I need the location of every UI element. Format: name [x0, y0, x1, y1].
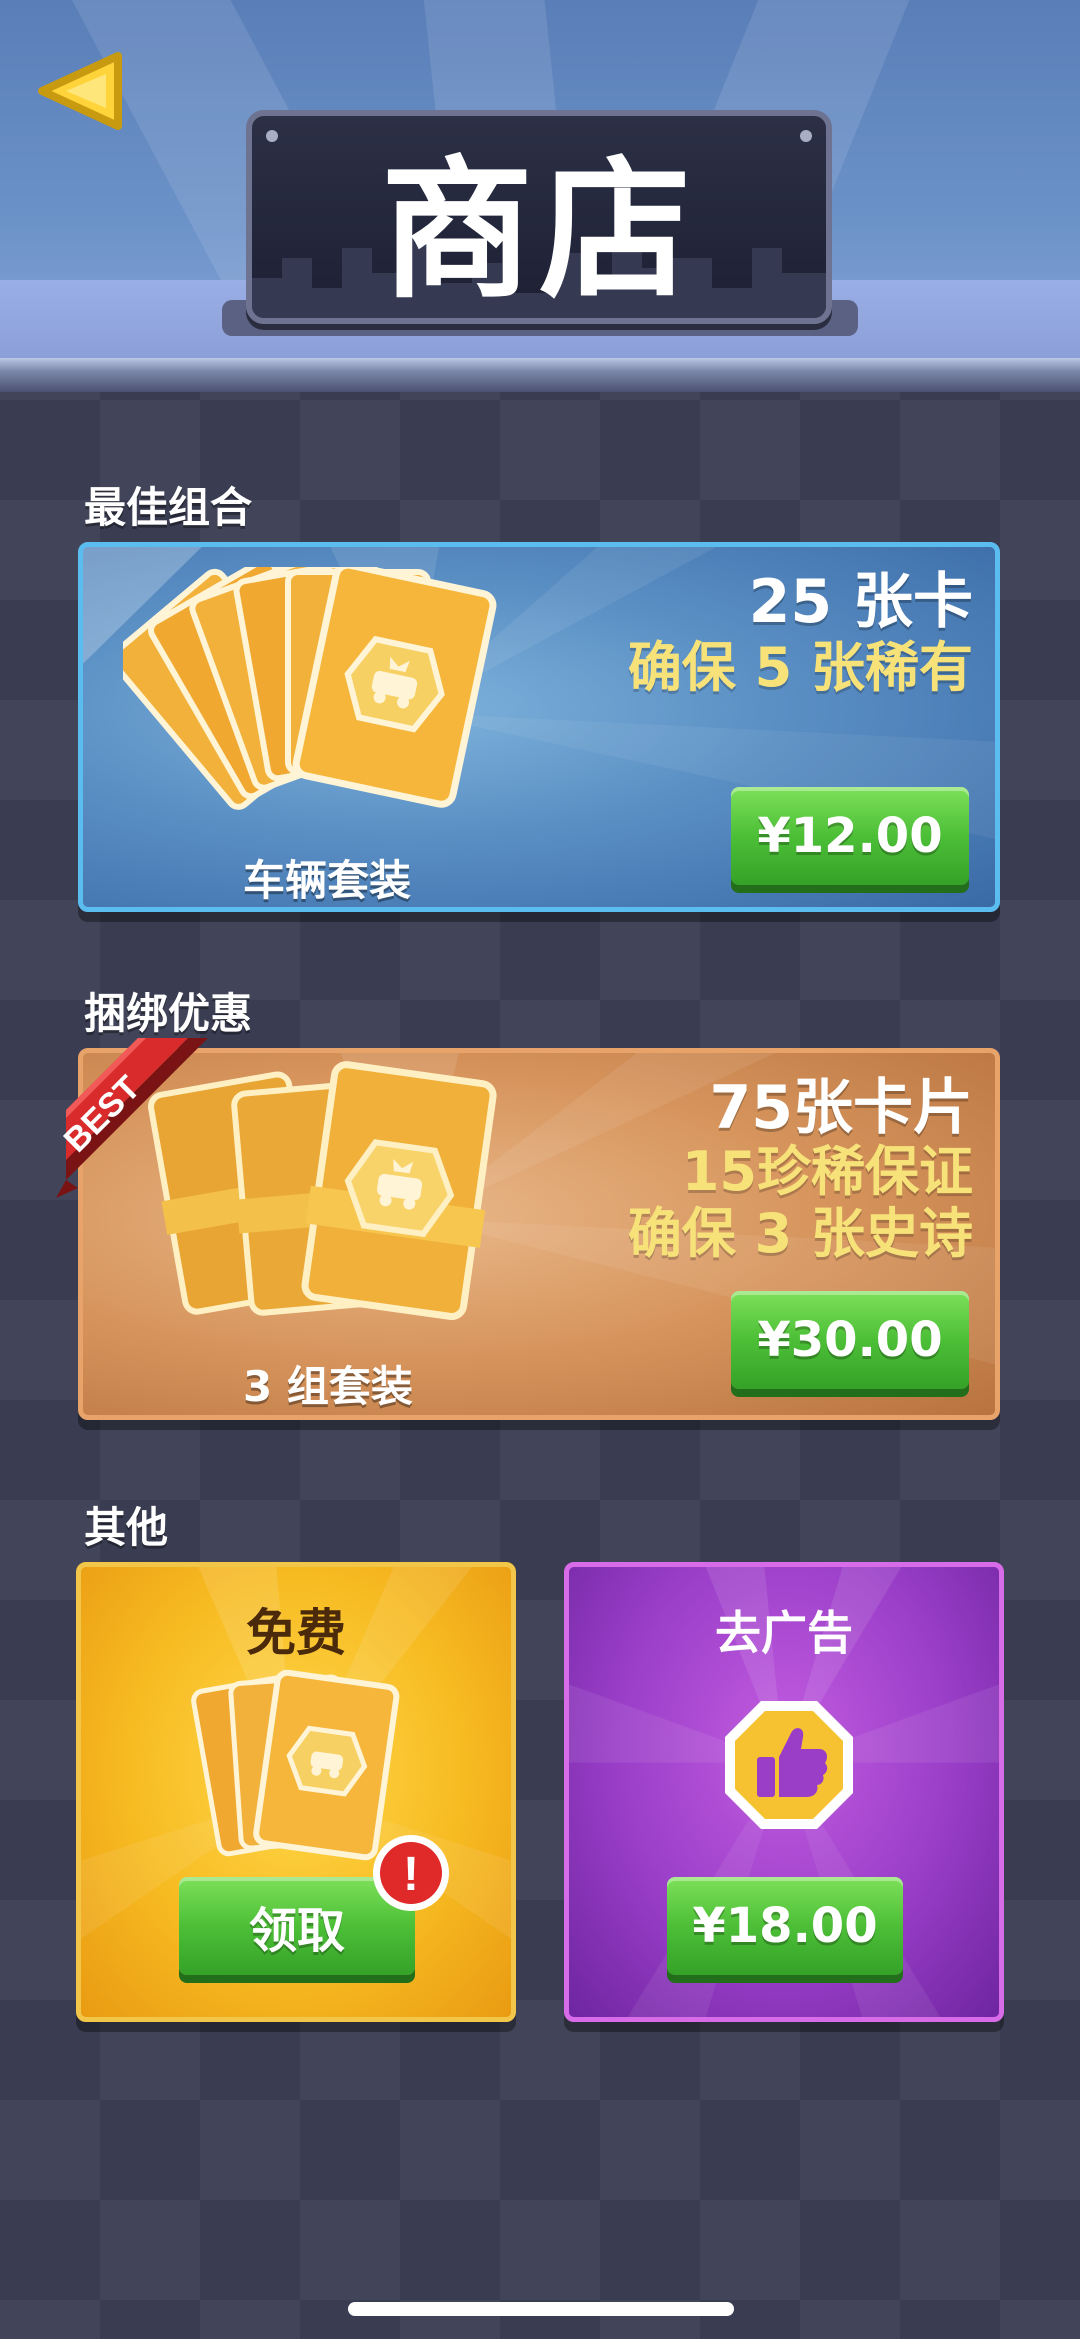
rare-guarantee-line: 确保 5 张稀有	[627, 636, 973, 699]
remove-ads-title: 去广告	[715, 1606, 853, 1660]
back-button[interactable]	[30, 46, 130, 136]
page-title: 商店	[381, 142, 697, 319]
free-title: 免费	[246, 1604, 346, 1662]
epic-guarantee-line: 确保 3 张史诗	[627, 1202, 973, 1265]
thumbs-up-icon	[725, 1701, 853, 1829]
pack-label-vehicle: 车辆套装	[243, 856, 412, 905]
buy-bundle-button[interactable]: ¥30.00	[731, 1291, 969, 1389]
free-reward-card[interactable]: 免费 领取	[76, 1562, 516, 2022]
section-label-other: 其他	[84, 1503, 169, 1552]
back-arrow-icon	[38, 52, 122, 130]
alert-icon: !	[373, 1835, 449, 1911]
remove-ads-card[interactable]: 去广告 ¥18.00	[564, 1562, 1004, 2022]
title-plate: 商店	[246, 110, 832, 324]
section-label-bundle: 捆绑优惠	[84, 989, 253, 1038]
best-combo-card[interactable]: 车辆套装 25 张卡 确保 5 张稀有 ¥12.00	[78, 542, 1000, 912]
bundle-deal-card[interactable]: 3 组套装 75张卡片 15珍稀保证 确保 3 张史诗 ¥30.00	[78, 1048, 1000, 1420]
pack-label-bundle: 3 组套装	[243, 1362, 413, 1411]
buy-best-combo-button[interactable]: ¥12.00	[731, 787, 969, 885]
home-indicator[interactable]	[348, 2302, 734, 2316]
card-pack-icon	[123, 567, 497, 810]
section-label-best: 最佳组合	[84, 483, 253, 532]
svg-text:!: !	[403, 1848, 419, 1901]
header-rail	[0, 358, 1080, 392]
buy-remove-ads-button[interactable]: ¥18.00	[667, 1877, 903, 1975]
card-pack-icon	[147, 1061, 497, 1321]
